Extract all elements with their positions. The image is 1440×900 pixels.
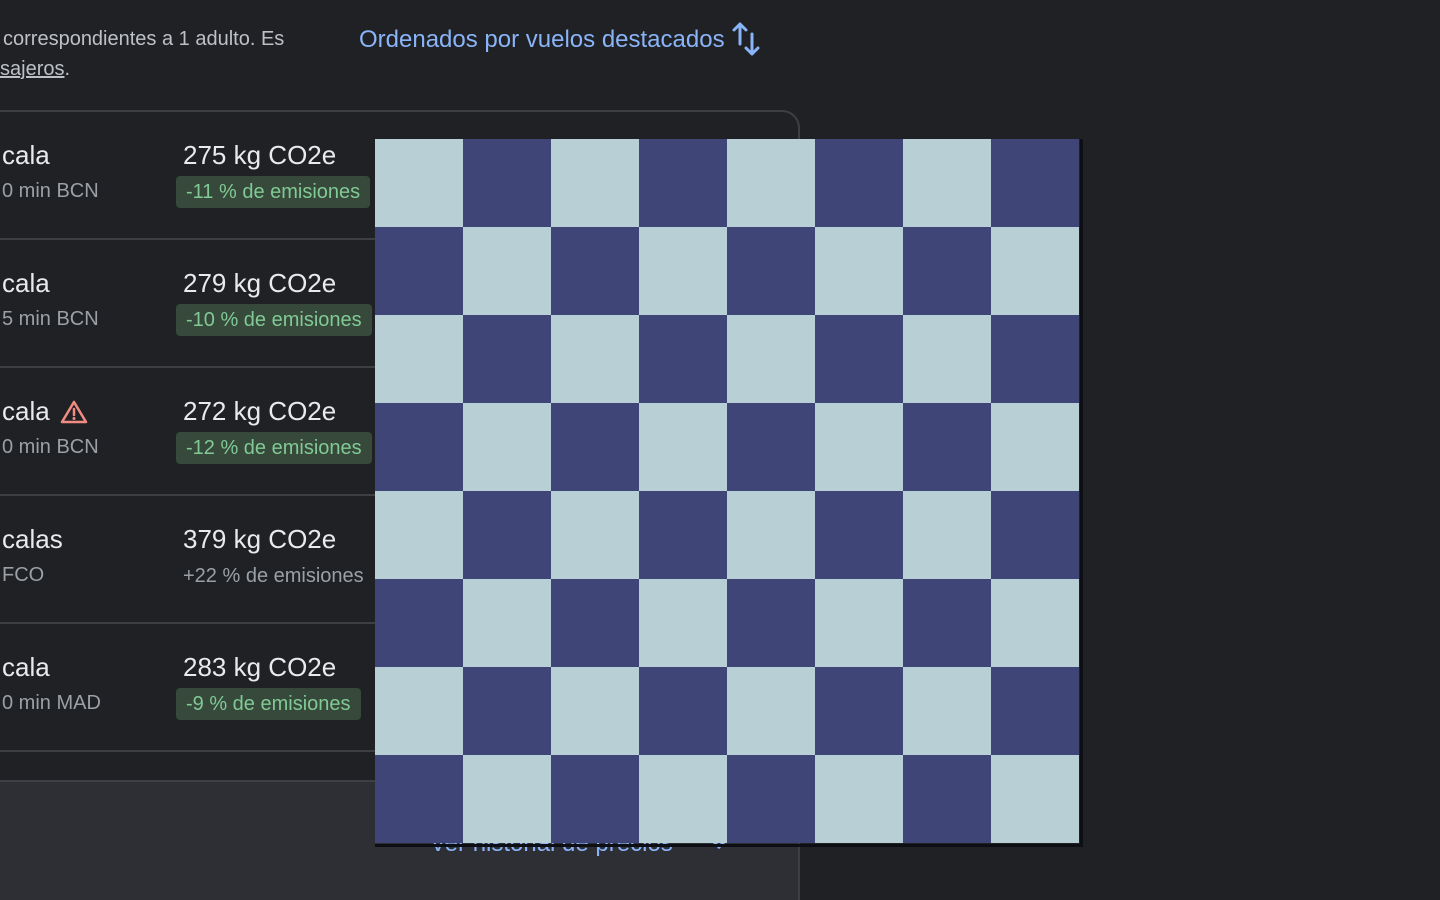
checker-square — [551, 227, 639, 315]
checker-square — [991, 755, 1079, 843]
checker-square — [639, 315, 727, 403]
flight-layover: 0 min BCN — [2, 436, 99, 458]
checker-square — [375, 315, 463, 403]
checker-square — [463, 667, 551, 755]
flight-layover: 0 min MAD — [2, 692, 101, 714]
sort-by-button[interactable]: Ordenados por vuelos destacados — [359, 20, 761, 60]
checker-square — [903, 667, 991, 755]
checker-square — [903, 139, 991, 227]
checker-square — [463, 491, 551, 579]
checker-square — [463, 315, 551, 403]
flight-layover: 5 min BCN — [2, 308, 99, 330]
flight-stops: cala — [2, 140, 50, 171]
checkerboard-overlay — [375, 139, 1083, 847]
checker-square — [991, 579, 1079, 667]
swap-vertical-icon — [732, 22, 760, 56]
results-info-text: correspondientes a 1 adulto. Es sajeros. — [0, 24, 320, 84]
checker-square — [815, 755, 903, 843]
checker-square — [375, 579, 463, 667]
checker-square — [727, 403, 815, 491]
checker-square — [815, 227, 903, 315]
checker-square — [815, 491, 903, 579]
checker-square — [551, 139, 639, 227]
checker-square — [375, 667, 463, 755]
checker-square — [815, 315, 903, 403]
checker-square — [551, 491, 639, 579]
checker-square — [463, 403, 551, 491]
checker-square — [375, 227, 463, 315]
flight-co2: 272 kg CO2e — [183, 396, 337, 426]
checker-square — [551, 403, 639, 491]
checker-square — [463, 755, 551, 843]
checker-square — [815, 139, 903, 227]
checker-square — [551, 667, 639, 755]
checker-square — [639, 403, 727, 491]
checker-square — [551, 315, 639, 403]
flight-stops: cala — [2, 268, 50, 299]
checker-square — [815, 579, 903, 667]
checker-square — [463, 579, 551, 667]
checker-square — [991, 315, 1079, 403]
checker-square — [639, 491, 727, 579]
flight-layover: FCO — [2, 564, 45, 586]
flight-stops-label: cala — [2, 268, 50, 298]
checker-square — [727, 139, 815, 227]
checker-square — [375, 139, 463, 227]
flight-co2: 279 kg CO2e — [183, 268, 337, 298]
checker-square — [551, 755, 639, 843]
flight-stops: calas — [2, 524, 63, 555]
checker-square — [639, 755, 727, 843]
flight-co2: 379 kg CO2e — [183, 524, 337, 554]
flight-co2: 275 kg CO2e — [183, 140, 337, 170]
flight-layover: 0 min BCN — [2, 180, 99, 202]
checker-square — [727, 315, 815, 403]
passengers-info-link[interactable]: sajeros — [0, 58, 64, 80]
checker-square — [639, 139, 727, 227]
info-line-2-tail: . — [64, 58, 71, 80]
checker-square — [463, 227, 551, 315]
flight-stops-label: cala — [2, 652, 50, 682]
checker-square — [903, 755, 991, 843]
flight-stops: cala — [2, 396, 88, 427]
checker-square — [991, 227, 1079, 315]
checker-square — [991, 667, 1079, 755]
checker-square — [815, 403, 903, 491]
flight-stops-label: cala — [2, 140, 50, 170]
checker-square — [727, 755, 815, 843]
checker-square — [639, 667, 727, 755]
checker-square — [903, 491, 991, 579]
checker-square — [375, 755, 463, 843]
checker-square — [727, 491, 815, 579]
emissions-badge: -11 % de emisiones — [176, 176, 371, 208]
checker-square — [903, 579, 991, 667]
flight-co2: 283 kg CO2e — [183, 652, 337, 682]
checker-square — [375, 403, 463, 491]
emissions-badge: -10 % de emisiones — [176, 304, 372, 336]
checker-square — [903, 315, 991, 403]
checker-square — [815, 667, 903, 755]
checker-square — [551, 579, 639, 667]
checker-square — [375, 491, 463, 579]
checker-square — [639, 227, 727, 315]
checker-square — [727, 227, 815, 315]
sort-label: Ordenados por vuelos destacados — [359, 26, 725, 53]
info-line-2: sajeros. — [0, 54, 320, 84]
checker-square — [903, 227, 991, 315]
warning-icon — [60, 400, 87, 423]
checker-square — [727, 579, 815, 667]
checker-square — [991, 403, 1079, 491]
checker-square — [727, 667, 815, 755]
checker-square — [639, 579, 727, 667]
checker-square — [991, 139, 1079, 227]
checker-square — [903, 403, 991, 491]
checker-square — [991, 491, 1079, 579]
emissions-badge: -9 % de emisiones — [176, 688, 361, 720]
flight-stops: cala — [2, 652, 50, 683]
emissions-badge: -12 % de emisiones — [176, 432, 372, 464]
flight-stops-label: cala — [2, 396, 50, 426]
checker-square — [463, 139, 551, 227]
flight-stops-label: calas — [2, 524, 63, 554]
emissions-badge: +22 % de emisiones — [183, 565, 364, 587]
info-line-1: correspondientes a 1 adulto. Es — [3, 28, 285, 50]
